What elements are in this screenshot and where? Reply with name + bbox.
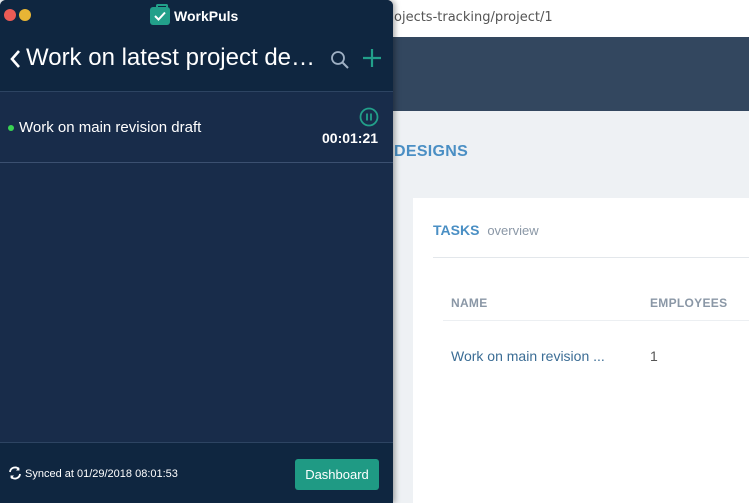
page-heading: DESIGNS [394,143,469,160]
task-link[interactable]: Work on main revision ... [451,348,605,364]
minimize-window-button[interactable] [19,9,31,21]
project-title: Work on latest project designs [26,44,324,71]
column-header-employees[interactable]: EMPLOYEES [650,296,727,310]
card-title: TASKS overview [433,222,539,238]
sync-icon[interactable] [8,466,22,480]
task-employees-count: 1 [650,348,658,364]
app-window: WorkPuls Work on latest project designs … [0,0,393,503]
plus-icon[interactable] [361,47,383,69]
sync-status-text: Synced at 01/29/2018 08:01:53 [25,468,178,480]
card-subtitle: overview [487,223,539,238]
column-header-name[interactable]: NAME [451,296,488,310]
task-name[interactable]: Work on main revision draft [19,119,201,136]
task-row[interactable]: Work on main revision draft 00:01:21 [0,92,393,163]
address-bar-url[interactable]: ojects-tracking/project/1 [394,10,553,25]
card-title-text: TASKS [433,222,480,238]
dashboard-button[interactable]: Dashboard [295,459,379,490]
title-bar[interactable]: WorkPuls [0,0,393,31]
search-icon[interactable] [330,50,350,70]
task-timer: 00:01:21 [322,130,379,146]
divider [433,257,749,258]
page-header-bar [380,37,749,111]
pause-icon[interactable] [359,107,379,127]
briefcase-check-icon [150,4,170,25]
active-status-dot [8,125,14,131]
back-icon[interactable] [8,47,22,71]
project-header: Work on latest project designs [0,31,393,92]
app-name: WorkPuls [174,8,239,24]
footer-bar: Synced at 01/29/2018 08:01:53 Dashboard [0,442,393,503]
close-window-button[interactable] [4,9,16,21]
divider [443,320,749,321]
app-brand: WorkPuls [150,4,239,26]
tasks-overview-card: TASKS overview NAME EMPLOYEES Work on ma… [413,198,749,503]
